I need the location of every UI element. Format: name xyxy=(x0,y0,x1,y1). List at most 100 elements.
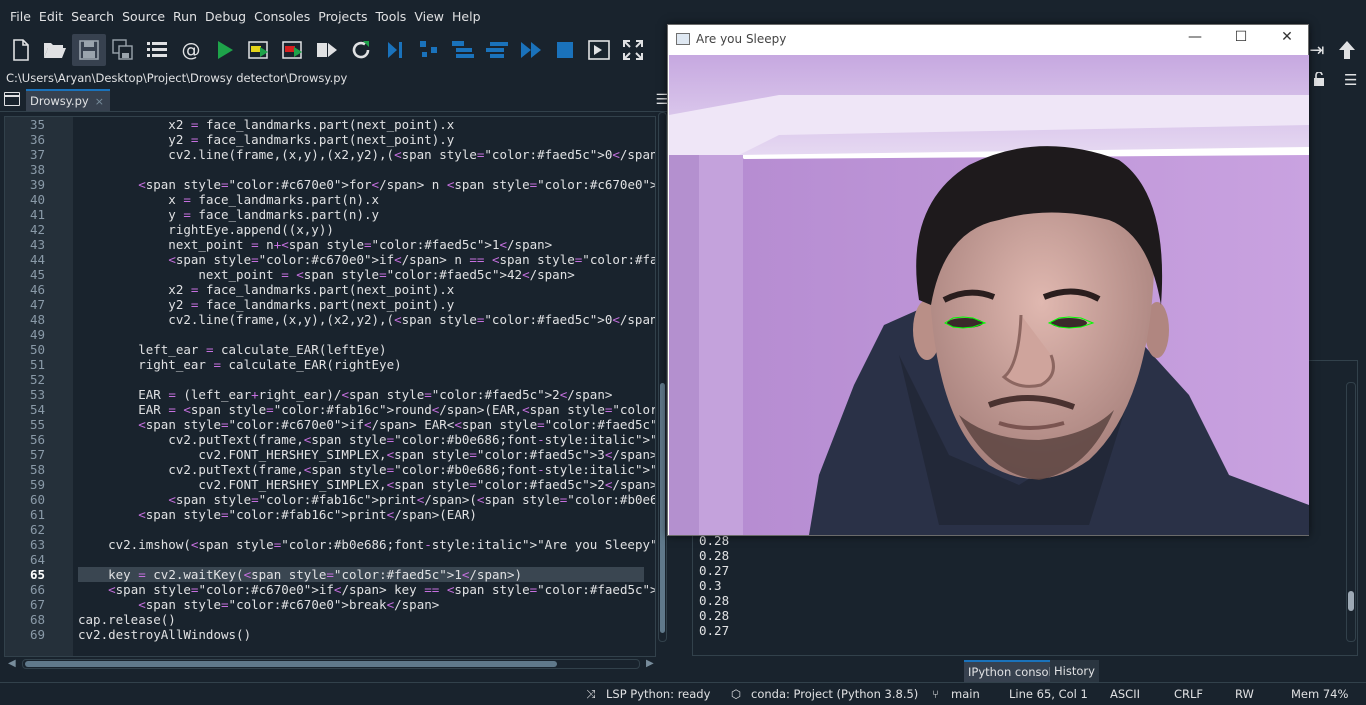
code-line[interactable]: 64 xyxy=(5,552,645,567)
code-line[interactable]: 44 <span style="color:#c670e0">if</span>… xyxy=(5,252,655,267)
console-line: 0.27 xyxy=(699,623,730,638)
menu-edit[interactable]: Edit xyxy=(35,9,67,24)
code-line[interactable]: 43 next_point = n+<span style="color:#fa… xyxy=(5,237,645,252)
menu-run[interactable]: Run xyxy=(169,9,201,24)
code-line[interactable]: 57 cv2.FONT_HERSHEY_SIMPLEX,<span style=… xyxy=(5,447,655,462)
tab-ipython-console[interactable]: IPython console xyxy=(964,660,1063,682)
debug-icon[interactable] xyxy=(412,34,446,66)
editor-vertical-scrollbar[interactable] xyxy=(658,112,667,642)
tab-drowsy-py[interactable]: Drowsy.py × xyxy=(26,89,110,111)
line-number: 59 xyxy=(29,477,45,492)
code-line[interactable]: 47 y2 = face_landmarks.part(next_point).… xyxy=(5,297,645,312)
window-title-bar[interactable]: Are you Sleepy — ☐ ✕ xyxy=(668,25,1308,55)
code-line[interactable]: 68 cap.release() xyxy=(5,612,645,627)
code-line[interactable]: 56 cv2.putText(frame,<span style="color:… xyxy=(5,432,655,447)
code-line[interactable]: 39 <span style="color:#c670e0">for</span… xyxy=(5,177,655,192)
code-line[interactable]: 63 cv2.imshow(<span style="color:#b0e686… xyxy=(5,537,655,552)
code-line[interactable]: 48 cv2.line(frame,(x,y),(x2,y2),(<span s… xyxy=(5,312,655,327)
code-line[interactable]: 45 next_point = <span style="color:#faed… xyxy=(5,267,645,282)
code-line[interactable]: 69 cv2.destroyAllWindows() xyxy=(5,627,645,642)
code-line[interactable]: 37 cv2.line(frame,(x,y),(x2,y2),(<span s… xyxy=(5,147,655,162)
conda-cube-icon: ⬡ xyxy=(731,687,742,701)
tab-label: Drowsy.py xyxy=(30,94,89,108)
console-scroll-thumb[interactable] xyxy=(1348,591,1354,611)
menu-help[interactable]: Help xyxy=(448,9,485,24)
menu-file[interactable]: File xyxy=(6,9,35,24)
code-line[interactable]: 49 xyxy=(5,327,645,342)
code-line[interactable]: 60 <span style="color:#fab16c">print</sp… xyxy=(5,492,655,507)
list-icon[interactable] xyxy=(140,34,174,66)
menu-debug[interactable]: Debug xyxy=(201,9,250,24)
editor-scroll-thumb[interactable] xyxy=(660,383,665,633)
run-selection-icon[interactable] xyxy=(310,34,344,66)
continue-icon[interactable] xyxy=(514,34,548,66)
code-line[interactable]: 40 x = face_landmarks.part(n).x xyxy=(5,192,645,207)
save-icon[interactable] xyxy=(72,34,106,66)
conda-env[interactable]: conda: Project (Python 3.8.5) xyxy=(751,687,918,701)
code-editor[interactable]: 35 x2 = face_landmarks.part(next_point).… xyxy=(4,116,656,657)
code-line[interactable]: 54 EAR = <span style="color:#fab16c">rou… xyxy=(5,402,655,417)
code-line[interactable]: 52 xyxy=(5,372,645,387)
new-file-icon[interactable] xyxy=(4,34,38,66)
debug-step-icon[interactable] xyxy=(378,34,412,66)
fullscreen-icon[interactable] xyxy=(616,34,650,66)
git-branch[interactable]: main xyxy=(951,687,980,701)
line-number: 60 xyxy=(29,492,45,507)
file-path: C:\Users\Aryan\Desktop\Project\Drowsy de… xyxy=(6,71,348,85)
line-number: 63 xyxy=(29,537,45,552)
close-button[interactable]: ✕ xyxy=(1272,29,1302,49)
scroll-right-icon[interactable]: ▶ xyxy=(646,658,654,669)
run-cell-icon[interactable] xyxy=(242,34,276,66)
browse-tabs-icon[interactable] xyxy=(4,92,20,106)
console-scrollbar[interactable] xyxy=(1346,382,1356,642)
step-over-icon[interactable] xyxy=(480,34,514,66)
lsp-status[interactable]: LSP Python: ready xyxy=(606,687,710,701)
code-line[interactable]: 38 xyxy=(5,162,645,177)
code-line[interactable]: 55 <span style="color:#c670e0">if</span>… xyxy=(5,417,655,432)
code-line[interactable]: 65 key = cv2.waitKey(<span style="color:… xyxy=(5,567,645,582)
tab-close-icon[interactable]: × xyxy=(95,95,104,108)
menu-source[interactable]: Source xyxy=(118,9,169,24)
run-icon[interactable] xyxy=(208,34,242,66)
code-text: cv2.destroyAllWindows() xyxy=(78,627,252,642)
code-line[interactable]: 41 y = face_landmarks.part(n).y xyxy=(5,207,645,222)
stop-icon[interactable] xyxy=(548,34,582,66)
save-all-icon[interactable] xyxy=(106,34,140,66)
code-line[interactable]: 58 cv2.putText(frame,<span style="color:… xyxy=(5,462,655,477)
lock-icon[interactable] xyxy=(1313,71,1325,90)
code-line[interactable]: 50 left_ear = calculate_EAR(leftEye) xyxy=(5,342,645,357)
file-encoding: ASCII xyxy=(1110,687,1140,701)
code-line[interactable]: 46 x2 = face_landmarks.part(next_point).… xyxy=(5,282,645,297)
code-line[interactable]: 42 rightEye.append((x,y)) xyxy=(5,222,645,237)
maximize-button[interactable]: ☐ xyxy=(1226,29,1256,49)
menu-consoles[interactable]: Consoles xyxy=(250,9,314,24)
maximize-pane-icon[interactable] xyxy=(582,34,616,66)
git-branch-icon: ⑂ xyxy=(932,687,939,701)
rerun-icon[interactable] xyxy=(344,34,378,66)
tab-history[interactable]: History xyxy=(1050,660,1099,682)
scroll-left-icon[interactable]: ◀ xyxy=(8,658,16,669)
menu-tools[interactable]: Tools xyxy=(372,9,411,24)
code-line[interactable]: 51 right_ear = calculate_EAR(rightEye) xyxy=(5,357,645,372)
code-line[interactable]: 53 EAR = (left_ear+right_ear)/<span styl… xyxy=(5,387,645,402)
code-line[interactable]: 59 cv2.FONT_HERSHEY_SIMPLEX,<span style=… xyxy=(5,477,655,492)
run-cell-advance-icon[interactable] xyxy=(276,34,310,66)
top-pane-menu-icon[interactable]: ☰ xyxy=(1344,71,1357,89)
horizontal-scroll-thumb[interactable] xyxy=(25,661,557,667)
horizontal-scrollbar[interactable] xyxy=(22,659,640,669)
open-folder-icon[interactable] xyxy=(38,34,72,66)
code-line[interactable]: 36 y2 = face_landmarks.part(next_point).… xyxy=(5,132,645,147)
at-icon[interactable]: @ xyxy=(174,34,208,66)
debug-cell-icon[interactable] xyxy=(446,34,480,66)
code-line[interactable]: 62 xyxy=(5,522,645,537)
code-line[interactable]: 67 <span style="color:#c670e0">break</sp… xyxy=(5,597,645,612)
menu-search[interactable]: Search xyxy=(67,9,118,24)
code-line[interactable]: 66 <span style="color:#c670e0">if</span>… xyxy=(5,582,655,597)
code-line[interactable]: 61 <span style="color:#fab16c">print</sp… xyxy=(5,507,645,522)
are-you-sleepy-window[interactable]: Are you Sleepy — ☐ ✕ xyxy=(667,24,1309,536)
menu-projects[interactable]: Projects xyxy=(314,9,371,24)
minimize-button[interactable]: — xyxy=(1180,29,1210,49)
menu-view[interactable]: View xyxy=(410,9,448,24)
up-arrow-icon[interactable] xyxy=(1330,34,1364,66)
code-line[interactable]: 35 x2 = face_landmarks.part(next_point).… xyxy=(5,117,645,132)
